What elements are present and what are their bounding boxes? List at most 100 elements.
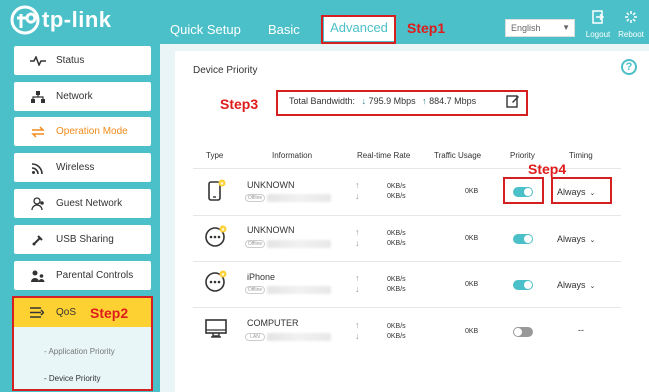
toggle-knob [514, 328, 522, 336]
realtime-rate: 0KB/s 0KB/s [387, 182, 406, 202]
sidebar-item-operation-mode[interactable]: Operation Mode [14, 117, 151, 146]
toggle-knob [524, 281, 532, 289]
status-badge: Offline [245, 240, 265, 248]
download-rate: 0KB/s [387, 193, 406, 200]
status-badge: Offline [245, 286, 265, 294]
realtime-rate: 0KB/s 0KB/s [387, 275, 406, 295]
traffic-usage: 0KB [465, 188, 479, 195]
device-name: iPhone [247, 272, 276, 282]
priority-toggle[interactable] [513, 234, 533, 244]
step1-highlight-box [321, 15, 396, 44]
timing-select[interactable]: Always ⌄ [557, 234, 595, 244]
timing-select[interactable]: Always ⌄ [557, 280, 595, 290]
traffic-usage: 0KB [465, 235, 479, 242]
toggle-knob [524, 235, 532, 243]
redacted-mac [267, 333, 331, 341]
priority-toggle[interactable] [513, 327, 533, 337]
logout-icon [592, 10, 605, 24]
download-rate: 0KB/s [387, 240, 406, 247]
divider [193, 307, 621, 308]
redacted-mac [267, 194, 331, 202]
sidebar-item-usb-sharing[interactable]: USB Sharing [14, 225, 151, 254]
realtime-rate: 0KB/s 0KB/s [387, 322, 406, 342]
language-value: English [511, 23, 541, 33]
status-badge: Offline [245, 194, 265, 202]
up-down-arrows-icon: ↑ ↓ [355, 320, 360, 341]
tab-quick-setup[interactable]: Quick Setup [170, 22, 241, 37]
timing-value: Always [557, 234, 586, 244]
device-name: COMPUTER [247, 318, 299, 328]
redacted-mac [267, 286, 331, 294]
chevron-down-icon: ▼ [562, 23, 570, 32]
divider [193, 215, 621, 216]
help-icon[interactable]: ? [621, 59, 637, 75]
upload-rate: 0KB/s [387, 183, 406, 190]
tab-basic[interactable]: Basic [268, 22, 300, 37]
phone-icon: ★ [208, 179, 226, 201]
column-header-realtime-rate: Real-time Rate [357, 151, 411, 160]
up-down-arrows-icon: ↑ ↓ [355, 227, 360, 248]
status-badge: LAN [245, 333, 265, 341]
sidebar-item-network[interactable]: Network [14, 82, 151, 111]
timing-value: -- [578, 325, 584, 335]
pulse-icon [30, 53, 46, 69]
sidebar-item-parental-controls[interactable]: Parental Controls [14, 261, 151, 290]
sidebar-item-label: USB Sharing [56, 234, 114, 245]
download-rate: 0KB/s [387, 286, 406, 293]
logout-label: Logout [585, 30, 611, 39]
divider [193, 261, 621, 262]
step3-highlight-box [276, 90, 528, 116]
wifi-icon [30, 160, 46, 176]
realtime-rate: 0KB/s 0KB/s [387, 229, 406, 249]
traffic-usage: 0KB [465, 328, 479, 335]
guest-users-icon [30, 196, 46, 212]
upload-rate: 0KB/s [387, 230, 406, 237]
parental-icon [30, 268, 46, 284]
redacted-mac [267, 240, 331, 248]
page-title: Device Priority [193, 65, 258, 76]
svg-text:★: ★ [221, 272, 226, 278]
network-icon [30, 89, 46, 105]
traffic-usage: 0KB [465, 281, 479, 288]
sidebar-item-label: Network [56, 91, 93, 102]
download-rate: 0KB/s [387, 333, 406, 340]
sidebar-item-label: Status [56, 55, 85, 66]
step2-label: Step2 [90, 305, 129, 321]
reboot-icon [625, 11, 637, 23]
sidebar-item-wireless[interactable]: Wireless [14, 153, 151, 182]
brand-name: tp-link [42, 7, 112, 32]
up-down-arrows-icon: ↑ ↓ [355, 273, 360, 294]
step3-label: Step3 [220, 96, 259, 112]
upload-rate: 0KB/s [387, 323, 406, 330]
step4-priority-highlight-box [503, 177, 544, 204]
swap-icon [30, 124, 46, 140]
step4-timing-highlight-box [551, 177, 612, 204]
upload-rate: 0KB/s [387, 276, 406, 283]
sidebar-item-guest-network[interactable]: Guest Network [14, 189, 151, 218]
dots-device-icon: ★ [205, 270, 227, 292]
sidebar-item-label: Wireless [56, 162, 95, 173]
dots-device-icon: ★ [205, 225, 227, 247]
sidebar-item-label: Operation Mode [56, 126, 128, 137]
column-header-information: Information [272, 151, 313, 160]
sidebar-item-status[interactable]: Status [14, 46, 151, 75]
monitor-icon [205, 319, 227, 338]
step2-highlight-box [12, 296, 153, 391]
sidebar-item-label: Guest Network [56, 198, 123, 209]
column-header-type: Type [206, 151, 224, 160]
column-header-priority: Priority [510, 151, 535, 160]
chevron-down-icon: ⌄ [589, 283, 596, 290]
language-select[interactable]: English ▼ [505, 19, 575, 37]
svg-text:★: ★ [220, 181, 225, 187]
timing-value: Always [557, 280, 586, 290]
sidebar-item-label: Parental Controls [56, 270, 134, 281]
column-header-timing: Timing [569, 151, 593, 160]
tplink-logo[interactable]: tp-link [10, 5, 112, 35]
step1-label: Step1 [407, 20, 446, 36]
priority-toggle[interactable] [513, 280, 533, 290]
device-name: UNKNOWN [247, 180, 295, 190]
svg-text:★: ★ [221, 227, 226, 233]
tplink-logo-icon [10, 5, 40, 35]
reboot-button[interactable]: Reboot [616, 10, 646, 39]
logout-button[interactable]: Logout [583, 10, 613, 39]
